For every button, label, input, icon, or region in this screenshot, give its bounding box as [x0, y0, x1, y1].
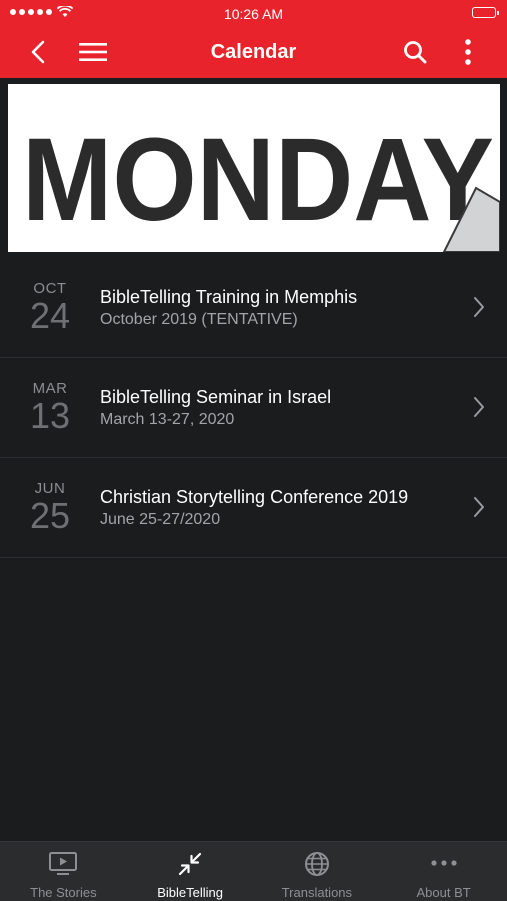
more-options-button[interactable]: [446, 26, 490, 78]
tab-the-stories[interactable]: The Stories: [0, 842, 127, 901]
event-title: BibleTelling Seminar in Israel: [100, 387, 332, 407]
event-list: OCT 24 BibleTelling Training in Memphis …: [0, 258, 507, 558]
globe-icon: [304, 852, 329, 876]
banner-image: MONDAY: [8, 84, 500, 252]
tab-translations[interactable]: Translations: [254, 842, 381, 901]
event-row[interactable]: MAR 13 BibleTelling Seminar in Israel Ma…: [0, 358, 507, 458]
search-button[interactable]: [393, 26, 437, 78]
tab-about-bt[interactable]: About BT: [380, 842, 507, 901]
battery-icon: [472, 7, 499, 18]
calendar-banner: MONDAY: [0, 78, 507, 260]
banner-graphic: MONDAY: [22, 114, 500, 252]
event-day: 13: [29, 395, 71, 436]
play-screen-icon: [49, 852, 78, 875]
event-title: BibleTelling Training in Memphis: [100, 287, 358, 307]
event-subtitle: October 2019 (TENTATIVE): [100, 311, 298, 328]
more-vertical-icon: [465, 39, 471, 65]
tab-bibletelling[interactable]: BibleTelling: [127, 842, 254, 901]
banner-text: MONDAY: [22, 114, 494, 246]
tab-label: About BT: [416, 885, 471, 900]
more-dots-icon: [431, 860, 457, 866]
tab-label: Translations: [281, 885, 353, 900]
search-icon: [404, 41, 427, 64]
compress-arrows-icon: [179, 852, 202, 876]
status-time: 10:26 AM: [223, 6, 284, 22]
event-subtitle: March 13-27, 2020: [100, 411, 235, 428]
event-day: 24: [29, 295, 71, 336]
tab-label: BibleTelling: [157, 885, 223, 900]
event-title: Christian Storytelling Conference 2019: [100, 487, 409, 507]
event-row[interactable]: OCT 24 BibleTelling Training in Memphis …: [0, 258, 507, 358]
event-subtitle: June 25-27/2020: [100, 511, 221, 528]
nav-bar: Calendar: [0, 26, 507, 78]
tab-bar: The Stories BibleTelling Translations Ab…: [0, 841, 507, 901]
event-row[interactable]: JUN 25 Christian Storytelling Conference…: [0, 458, 507, 558]
chevron-right-icon: [474, 497, 484, 517]
chevron-right-icon: [474, 397, 484, 417]
status-bar: 10:26 AM: [0, 0, 507, 26]
tab-label: The Stories: [30, 885, 97, 900]
chevron-right-icon: [474, 297, 484, 317]
event-day: 25: [29, 495, 71, 536]
